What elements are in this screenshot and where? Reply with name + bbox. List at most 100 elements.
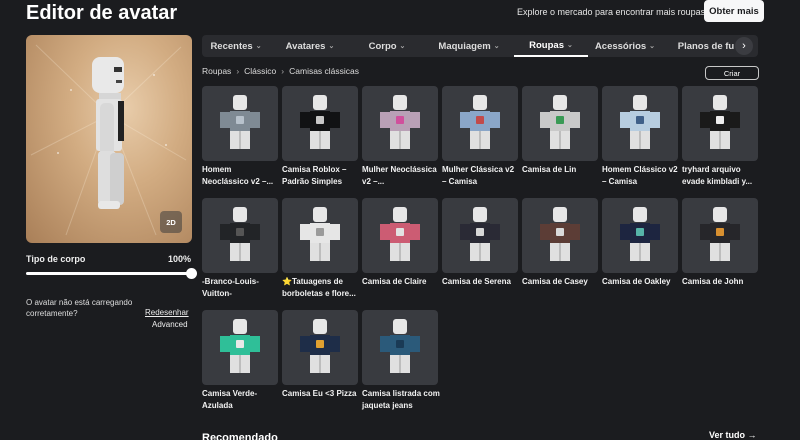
- avatar-legs: [550, 243, 570, 261]
- item-thumbnail: [682, 198, 758, 273]
- item-name: Camisa Verde-Azulada: [202, 389, 258, 410]
- tab-label: Maquiagem: [438, 40, 491, 52]
- promo-text: Explore o mercado para encontrar mais ro…: [517, 7, 708, 17]
- chevron-down-icon: ⌄: [399, 43, 406, 50]
- item-name: ⭐Tatuagens de borboletas e flore...: [282, 277, 356, 298]
- tab-label: Corpo: [368, 40, 397, 52]
- item-thumbnail: [602, 86, 678, 161]
- view-2d-toggle[interactable]: 2D: [160, 211, 182, 233]
- avatar-head: [233, 95, 247, 110]
- tab-recentes[interactable]: Recentes ⌄: [202, 35, 270, 57]
- chevron-down-icon: ⌄: [649, 43, 656, 50]
- tab-acessórios[interactable]: Acessórios ⌄: [588, 35, 662, 57]
- item-thumbnail: [202, 86, 278, 161]
- avatar-legs: [470, 243, 490, 261]
- avatar-arm-r: [250, 336, 260, 352]
- item-name: Camisa listrada com jaqueta jeans: [362, 389, 440, 410]
- item-name: Camisa de John: [682, 277, 744, 286]
- get-more-button[interactable]: Obter mais: [704, 0, 764, 22]
- advanced-link[interactable]: Advanced: [152, 320, 188, 329]
- avatar-arm-l: [620, 224, 630, 240]
- avatar-legs: [390, 355, 410, 373]
- avatar-arm-l: [380, 336, 390, 352]
- shirt-graphic: [556, 228, 564, 236]
- item-name: Camisa de Oakley: [602, 277, 671, 286]
- item-card[interactable]: Camisa Verde-Azulada: [202, 310, 278, 412]
- item-card[interactable]: Mulher Neoclássica v2 –...: [362, 86, 438, 188]
- avatar-preview: 2D: [26, 35, 192, 243]
- avatar-arm-l: [620, 112, 630, 128]
- item-card[interactable]: Camisa Roblox – Padrão Simples: [282, 86, 358, 188]
- chevron-right-icon: ›: [236, 66, 240, 76]
- item-card[interactable]: Homem Clássico v2 – Camisa: [602, 86, 678, 188]
- chevron-right-icon: ›: [281, 66, 285, 76]
- tabs-next-button[interactable]: ›: [735, 37, 753, 55]
- item-card[interactable]: -Branco-Louis-Vuitton-: [202, 198, 278, 300]
- tab-maquiagem[interactable]: Maquiagem ⌄: [424, 35, 514, 57]
- avatar-head: [393, 319, 407, 334]
- tab-label: Avatares: [285, 40, 326, 52]
- item-thumbnail: [442, 86, 518, 161]
- avatar-arm-l: [220, 336, 230, 352]
- shirt-graphic: [556, 116, 564, 124]
- breadcrumb-camisas-classicas: Camisas clássicas: [289, 66, 360, 76]
- avatar-arm-r: [570, 112, 580, 128]
- shirt-graphic: [236, 340, 244, 348]
- avatar-arm-l: [700, 224, 710, 240]
- item-thumbnail: [682, 86, 758, 161]
- item-thumbnail: [522, 198, 598, 273]
- avatar-arm-r: [330, 336, 340, 352]
- see-all-link[interactable]: Ver tudo →: [709, 430, 757, 440]
- item-card[interactable]: Camisa de Claire: [362, 198, 438, 288]
- avatar-legs: [310, 131, 330, 149]
- breadcrumb-classico[interactable]: Clássico: [244, 66, 276, 76]
- chevron-down-icon: ⌄: [493, 43, 500, 50]
- redraw-link[interactable]: Redesenhar: [145, 308, 189, 317]
- shirt-graphic: [316, 340, 324, 348]
- shirt-graphic: [316, 116, 324, 124]
- avatar-legs: [710, 131, 730, 149]
- avatar-head: [393, 207, 407, 222]
- item-card[interactable]: tryhard arquivo evade kimbladi y...: [682, 86, 758, 188]
- avatar-head: [313, 95, 327, 110]
- chevron-down-icon: ⌄: [328, 43, 335, 50]
- item-thumbnail: [602, 198, 678, 273]
- body-type-slider-track[interactable]: [26, 272, 192, 275]
- item-card[interactable]: Camisa de John: [682, 198, 758, 288]
- avatar-head: [313, 319, 327, 334]
- avatar-arm-r: [730, 112, 740, 128]
- item-thumbnail: [282, 86, 358, 161]
- avatar-arm-r: [490, 224, 500, 240]
- chevron-down-icon: ⌄: [255, 43, 262, 50]
- avatar-head: [633, 95, 647, 110]
- avatar-legs: [310, 243, 330, 261]
- shirt-graphic: [236, 116, 244, 124]
- tab-corpo[interactable]: Corpo ⌄: [350, 35, 424, 57]
- shirt-graphic: [236, 228, 244, 236]
- item-card[interactable]: ⭐Tatuagens de borboletas e flore...: [282, 198, 358, 300]
- item-card[interactable]: Camisa de Oakley: [602, 198, 678, 288]
- item-card[interactable]: Camisa de Serena: [442, 198, 518, 288]
- avatar-arm-r: [410, 112, 420, 128]
- item-thumbnail: [362, 198, 438, 273]
- item-thumbnail: [362, 86, 438, 161]
- item-card[interactable]: Camisa Eu <3 Pizza: [282, 310, 358, 400]
- avatar-arm-l: [700, 112, 710, 128]
- category-tabs: Recentes ⌄ Avatares ⌄ Corpo ⌄ Maquiagem ⌄ Roupas…: [202, 35, 758, 57]
- body-type-value: 100%: [168, 254, 192, 264]
- avatar-head: [713, 95, 727, 110]
- breadcrumb-roupas[interactable]: Roupas: [202, 66, 231, 76]
- create-button[interactable]: Criar: [705, 66, 759, 80]
- tab-avatares[interactable]: Avatares ⌄: [270, 35, 350, 57]
- item-card[interactable]: Camisa de Casey: [522, 198, 598, 288]
- item-card[interactable]: Homem Neoclássico v2 –...: [202, 86, 278, 188]
- body-type-slider-thumb[interactable]: [186, 268, 197, 279]
- avatar-legs: [630, 243, 650, 261]
- item-card[interactable]: Camisa listrada com jaqueta jeans: [362, 310, 440, 412]
- item-name: Camisa de Lin: [522, 165, 577, 174]
- avatar-warning-text: O avatar não está carregando corretament…: [26, 298, 133, 318]
- item-name: Mulher Neoclássica v2 –...: [362, 165, 437, 186]
- item-card[interactable]: Camisa de Lin: [522, 86, 598, 176]
- item-card[interactable]: Mulher Clássica v2 – Camisa: [442, 86, 518, 188]
- tab-roupas[interactable]: Roupas ⌄: [514, 35, 588, 57]
